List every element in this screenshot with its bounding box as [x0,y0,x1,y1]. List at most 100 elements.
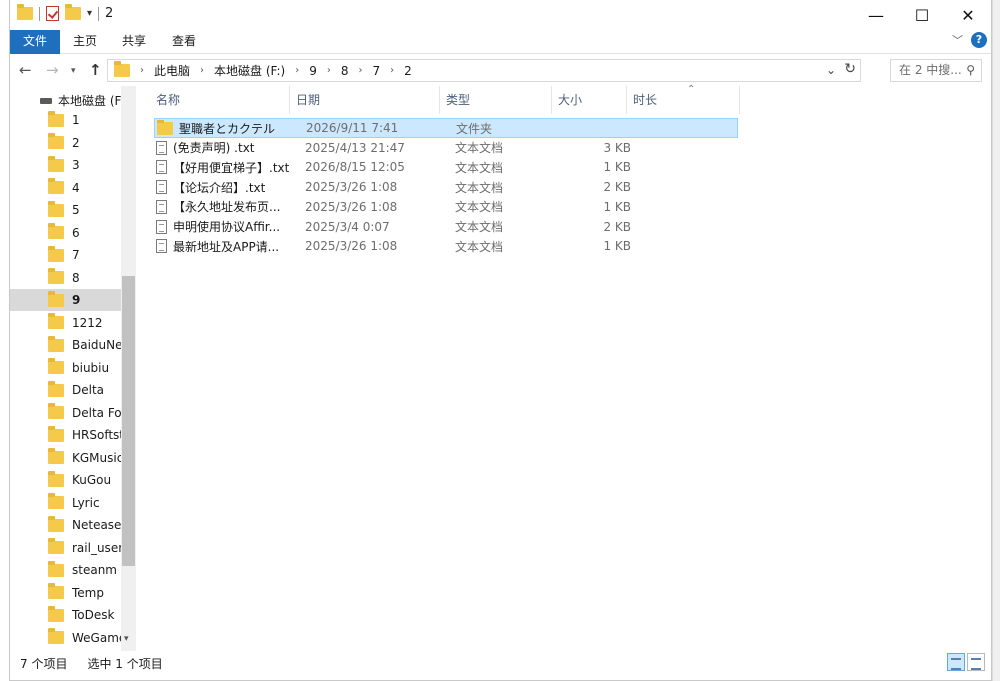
chevron-right-icon[interactable]: › [327,65,331,76]
file-row[interactable]: 【永久地址发布页... 2025/3/26 1:08 文本文档 1 KB [154,197,738,217]
column-header-duration[interactable]: 时长 [627,86,740,114]
file-name-cell[interactable]: 【永久地址发布页... [156,198,296,215]
column-header-date[interactable]: 日期 [290,86,440,114]
sidebar-item-folder[interactable]: 5 [10,199,121,221]
breadcrumb-drive-f[interactable]: 本地磁盘 (F:) [214,62,285,79]
sidebar-item-label: rail_user_d [72,540,121,555]
address-history-chevron-icon[interactable]: ⌄ [826,63,836,77]
minimize-button[interactable]: — [853,0,899,30]
file-row[interactable]: (免责声明) .txt 2025/4/13 21:47 文本文档 3 KB [154,138,738,158]
sidebar-item-folder[interactable]: Delta [10,379,121,401]
file-name-cell[interactable]: 【论坛介绍】.txt [156,179,296,196]
sidebar-item-folder[interactable]: ToDesk [10,604,121,626]
sidebar-item-folder[interactable]: 7 [10,244,121,266]
breadcrumb-2[interactable]: 2 [404,64,412,78]
up-arrow-icon[interactable]: ↑ [89,61,102,79]
file-row[interactable]: 聖職者とカクテル 2026/9/11 7:41 文件夹 [154,118,738,138]
sidebar-scrollbar-thumb[interactable] [122,276,135,566]
tab-view[interactable]: 查看 [164,30,204,54]
sidebar-item-folder[interactable]: KuGou [10,469,121,491]
chevron-right-icon[interactable]: › [359,65,363,76]
column-header-name[interactable]: 名称 [150,86,290,114]
sidebar-item-label: 5 [72,203,80,217]
file-name-cell[interactable]: 【好用便宜梯子】.txt [156,159,296,176]
properties-icon[interactable] [46,6,59,21]
sidebar-item-folder[interactable]: Delta Forc [10,402,121,424]
sidebar-item-drive-f[interactable]: 本地磁盘 (F: [40,92,125,109]
file-date: 2025/3/26 1:08 [305,239,398,254]
file-name-cell[interactable]: 申明使用协议Affir... [156,218,296,235]
folder-icon [48,470,64,487]
sidebar-item-label: Netease [72,518,121,532]
sidebar-item-label: 3 [72,158,80,172]
sidebar-item-folder[interactable]: 1 [10,109,121,131]
file-type: 文本文档 [455,200,504,215]
sidebar-item-label: 本地磁盘 (F: [58,94,125,108]
address-bar[interactable]: › 此电脑 › 本地磁盘 (F:) › 9 › 8 › 7 › 2 ⌄ ↻ [107,59,861,82]
sidebar-item-folder[interactable]: 3 [10,154,121,176]
breadcrumb-9[interactable]: 9 [309,64,317,78]
column-header-type[interactable]: 类型 [440,86,552,114]
sidebar-item-folder[interactable]: 8 [10,267,121,289]
sidebar-item-folder[interactable]: 1212 [10,312,121,334]
large-icons-view-button[interactable] [967,653,985,671]
sidebar-item-folder[interactable]: rail_user_d [10,537,121,559]
chevron-right-icon[interactable]: › [140,65,144,76]
expand-ribbon-chevron-icon[interactable]: ﹀ [952,32,963,48]
maximize-button[interactable]: ☐ [899,0,945,30]
file-name: 【好用便宜梯子】.txt [173,160,290,175]
drive-icon [40,97,52,104]
scroll-down-chevron-icon[interactable]: ▾ [124,634,129,644]
chevron-right-icon[interactable]: › [200,65,204,76]
file-name-cell[interactable]: 聖職者とカクテル [157,119,297,137]
selection-count: 选中 1 个项目 [87,656,163,671]
file-name-cell[interactable]: 最新地址及APP请... [156,238,296,255]
sidebar-item-folder[interactable]: BaiduNetd [10,334,121,356]
sidebar-item-folder[interactable]: steanm [10,559,121,581]
sidebar-item-folder[interactable]: 4 [10,177,121,199]
sidebar-item-folder[interactable]: 9 [10,289,121,311]
file-row[interactable]: 【好用便宜梯子】.txt 2026/8/15 12:05 文本文档 1 KB [154,157,738,177]
text-file-icon [156,219,167,234]
search-input[interactable]: 在 2 中搜... ⚲ [890,59,982,82]
new-folder-icon[interactable] [65,4,81,20]
sidebar-item-folder[interactable]: Temp [10,582,121,604]
folder-icon [157,119,173,135]
tab-home[interactable]: 主页 [66,30,104,54]
customize-toolbar-chevron-icon[interactable]: ▾ [87,8,92,19]
recent-locations-chevron-icon[interactable]: ▾ [71,66,76,76]
help-icon[interactable]: ? [971,32,987,48]
sidebar-item-folder[interactable]: 6 [10,222,121,244]
details-view-button[interactable] [947,653,965,671]
file-row[interactable]: 申明使用协议Affir... 2025/3/4 0:07 文本文档 2 KB [154,217,738,237]
back-arrow-icon[interactable]: ← [19,61,32,79]
breadcrumb-7[interactable]: 7 [373,64,381,78]
file-row[interactable]: 【论坛介绍】.txt 2025/3/26 1:08 文本文档 2 KB [154,177,738,197]
search-icon[interactable]: ⚲ [966,60,975,81]
file-name-cell[interactable]: (免责声明) .txt [156,139,296,156]
close-button[interactable]: ✕ [945,0,991,30]
sidebar-item-folder[interactable]: KGMusic [10,447,121,469]
status-bar: 7 个项目 选中 1 个项目 [10,651,991,675]
column-header-size[interactable]: 大小 [552,86,627,114]
breadcrumb-this-pc[interactable]: 此电脑 [154,62,190,79]
sidebar-item-folder[interactable]: biubiu [10,357,121,379]
tab-share[interactable]: 共享 [114,30,154,54]
chevron-right-icon[interactable]: › [295,65,299,76]
file-row[interactable]: 最新地址及APP请... 2025/3/26 1:08 文本文档 1 KB [154,236,738,256]
chevron-right-icon[interactable]: › [390,65,394,76]
sidebar-item-folder[interactable]: WeGameA [10,627,121,649]
sidebar-item-folder[interactable]: Netease [10,514,121,536]
breadcrumb-8[interactable]: 8 [341,64,349,78]
refresh-icon[interactable]: ↻ [844,61,856,77]
forward-arrow-icon[interactable]: → [46,61,59,79]
file-size: 1 KB [603,239,631,254]
sidebar-item-label: 2 [72,135,80,150]
sidebar-item-folder[interactable]: Lyric [10,492,121,514]
file-type: 文本文档 [455,141,504,156]
file-name: 【永久地址发布页... [173,200,281,215]
sidebar-item-folder[interactable]: HRSoftsto [10,424,121,446]
sidebar-item-folder[interactable]: 2 [10,132,121,154]
folder-icon [48,155,64,172]
tab-file[interactable]: 文件 [10,30,60,54]
